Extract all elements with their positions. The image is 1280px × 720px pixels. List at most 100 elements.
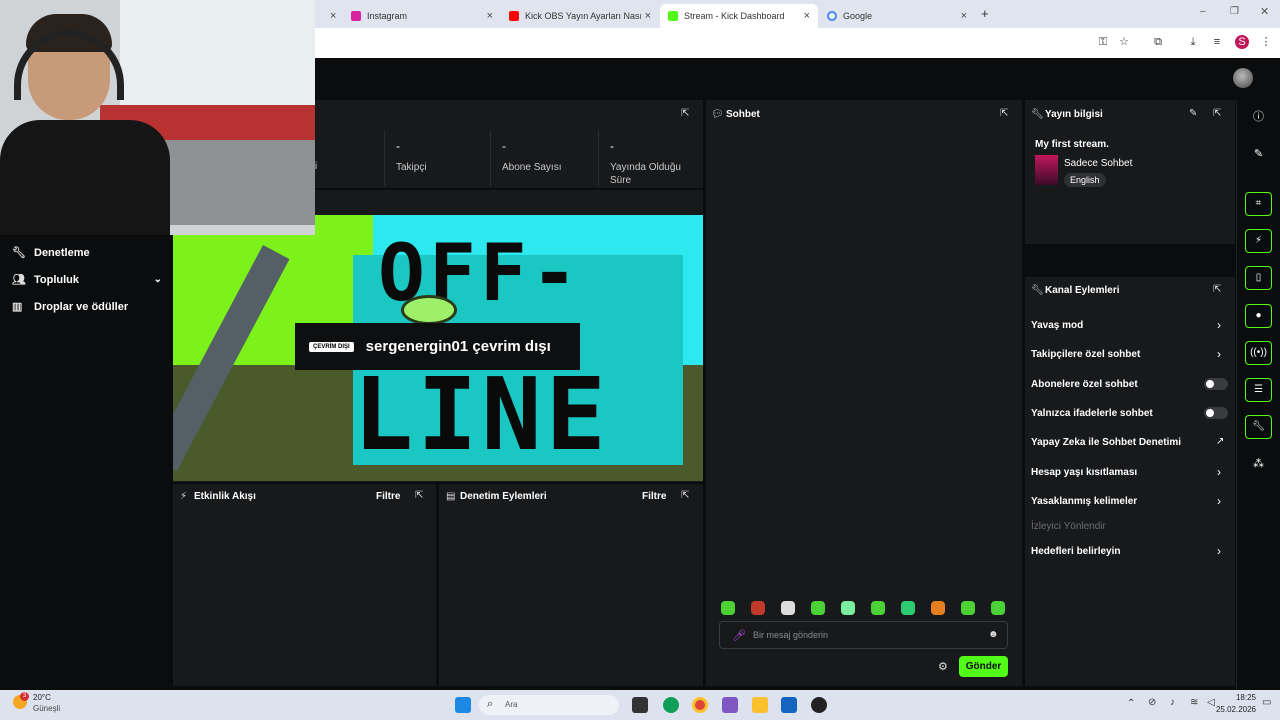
microphone-icon[interactable]: ♪ xyxy=(1170,697,1175,708)
tray-chevron-icon[interactable]: ⌃ xyxy=(1127,698,1135,709)
rail-chat-button[interactable]: ● xyxy=(1245,304,1272,328)
subs-value: - xyxy=(502,139,506,153)
chevron-right-icon[interactable]: › xyxy=(1217,318,1221,332)
emote-2[interactable] xyxy=(751,601,765,615)
close-icon[interactable]: × xyxy=(487,10,493,22)
chevron-right-icon[interactable]: › xyxy=(1217,494,1221,508)
google-icon xyxy=(827,11,837,21)
expand-icon[interactable]: ⇱ xyxy=(1213,284,1221,295)
emote-1[interactable] xyxy=(721,601,735,615)
minimize-icon[interactable]: – xyxy=(1200,6,1206,17)
expand-icon[interactable]: ⇱ xyxy=(681,490,689,501)
window-close-icon[interactable]: ✕ xyxy=(1260,5,1269,18)
emote-4[interactable] xyxy=(811,601,825,615)
action-account-age[interactable]: Hesap yaşı kısıtlaması xyxy=(1031,467,1137,478)
emote-9[interactable] xyxy=(961,601,975,615)
chrome-icon[interactable] xyxy=(692,697,708,713)
tab-google[interactable]: Google × xyxy=(819,4,975,28)
action-slow-mode[interactable]: Yavaş mod xyxy=(1031,320,1083,331)
bookmark-star-icon[interactable]: ☆ xyxy=(1117,35,1131,49)
password-key-icon[interactable]: ⚿ xyxy=(1096,35,1110,49)
subscribers-only-toggle[interactable] xyxy=(1204,378,1228,390)
store-icon[interactable] xyxy=(781,697,797,713)
sidebar-item-denetleme[interactable]: 🔧︎ Denetleme xyxy=(12,246,90,260)
emoji-icon[interactable]: ☻ xyxy=(988,629,999,640)
moderation-filter-button[interactable]: Filtre xyxy=(642,491,666,502)
channel-actions-title: Kanal Eylemleri xyxy=(1045,285,1120,296)
rail-wrench-button[interactable]: 🔧︎ xyxy=(1245,415,1272,439)
send-button[interactable]: Gönder xyxy=(959,656,1008,677)
tab-close-button[interactable]: × xyxy=(322,4,342,28)
rail-list-button[interactable]: ☰ xyxy=(1245,378,1272,402)
edit-pencil-icon[interactable]: ✎ xyxy=(1189,108,1197,119)
new-tab-button[interactable]: + xyxy=(981,6,989,21)
tab-kick-dashboard[interactable]: Stream - Kick Dashboard × xyxy=(660,4,818,28)
sidebar-item-topluluk[interactable]: 👥︎ Topluluk ⌄ xyxy=(12,273,162,287)
menu-dots-icon[interactable]: ⋮ xyxy=(1259,35,1273,49)
media-icon[interactable]: ≡ xyxy=(1210,35,1224,49)
stream-category: Sadece Sohbet xyxy=(1064,158,1133,169)
obs-icon[interactable] xyxy=(811,697,827,713)
edge-icon[interactable] xyxy=(663,697,679,713)
rail-scan-button[interactable]: ⌗ xyxy=(1245,192,1272,216)
close-icon[interactable]: × xyxy=(645,10,651,22)
rail-document-button[interactable]: ▯ xyxy=(1245,266,1272,290)
maximize-icon[interactable]: ❐ xyxy=(1230,6,1239,17)
stream-info-title: Yayın bilgisi xyxy=(1045,109,1103,120)
close-icon[interactable]: × xyxy=(804,10,810,22)
wifi-icon[interactable]: ≋ xyxy=(1190,697,1198,708)
emote-8[interactable] xyxy=(931,601,945,615)
user-avatar[interactable] xyxy=(1233,68,1253,88)
notification-bell-icon[interactable]: ▭ xyxy=(1262,697,1271,708)
chat-message-input[interactable]: 🎤︎ Bir mesaj gönderin ☻ xyxy=(719,621,1008,649)
chevron-right-icon[interactable]: › xyxy=(1217,465,1221,479)
emote-10[interactable] xyxy=(991,601,1005,615)
info-icon[interactable]: ⓘ xyxy=(1250,109,1267,126)
file-explorer-icon[interactable] xyxy=(752,697,768,713)
close-icon[interactable]: × xyxy=(961,10,967,22)
start-icon[interactable] xyxy=(455,697,471,713)
emote-6[interactable] xyxy=(871,601,885,615)
download-icon[interactable]: ⤓ xyxy=(1186,35,1200,49)
rail-broadcast-button[interactable]: ((•)) xyxy=(1245,341,1272,365)
expand-icon[interactable]: ⇱ xyxy=(1213,108,1221,119)
expand-icon[interactable]: ⇱ xyxy=(681,108,689,119)
emote-3[interactable] xyxy=(781,601,795,615)
network-icon[interactable]: ⊘ xyxy=(1148,697,1156,708)
emote-7[interactable] xyxy=(901,601,915,615)
task-view-icon[interactable] xyxy=(632,697,648,713)
chevron-down-icon: ⌄ xyxy=(153,274,162,285)
settings-gear-icon[interactable]: ⚙ xyxy=(938,660,948,673)
tab-youtube[interactable]: Kick OBS Yayın Ayarları Nasıl Ya × xyxy=(501,4,659,28)
profile-avatar[interactable]: S xyxy=(1235,35,1249,49)
rail-bolt-button[interactable]: ⚡︎ xyxy=(1245,229,1272,253)
emote-5[interactable] xyxy=(841,601,855,615)
subs-label: Abone Sayısı xyxy=(502,162,562,173)
action-followers-only[interactable]: Takipçilere özel sohbet xyxy=(1031,349,1140,360)
copilot-icon[interactable] xyxy=(722,697,738,713)
chevron-right-icon[interactable]: › xyxy=(1217,544,1221,558)
microphone-icon[interactable]: 🎤︎ xyxy=(732,629,746,642)
clock-time[interactable]: 18:25 xyxy=(1222,693,1256,702)
kick-header xyxy=(315,58,1280,100)
tab-instagram[interactable]: Instagram × xyxy=(343,4,501,28)
chevron-right-icon[interactable]: › xyxy=(1217,347,1221,361)
clock-date[interactable]: 25.02.2026 xyxy=(1212,705,1256,714)
expand-icon[interactable]: ⇱ xyxy=(415,490,423,501)
emote-only-toggle[interactable] xyxy=(1204,407,1228,419)
action-ai-moderation[interactable]: Yapay Zeka ile Sohbet Denetimi xyxy=(1031,437,1181,448)
expand-icon[interactable]: ⇱ xyxy=(1000,108,1008,119)
activity-filter-button[interactable]: Filtre xyxy=(376,491,400,502)
nodes-icon[interactable]: ⁂ xyxy=(1250,456,1267,473)
extensions-icon[interactable]: ⧉ xyxy=(1151,35,1165,49)
taskbar-search[interactable]: ⌕ Ara xyxy=(479,695,619,715)
sidebar-item-droplar[interactable]: ▥ Droplar ve ödüller xyxy=(12,300,128,314)
offline-word-bottom: LINE xyxy=(353,356,610,473)
action-banned-words[interactable]: Yasaklanmış kelimeler xyxy=(1031,496,1137,507)
action-set-goals[interactable]: Hedefleri belirleyin xyxy=(1031,546,1120,557)
edit-pencil-icon[interactable]: ✎ xyxy=(1250,146,1267,163)
youtube-icon xyxy=(509,11,519,21)
external-link-icon[interactable]: ↗ xyxy=(1216,436,1224,447)
window-light xyxy=(120,0,315,120)
divider xyxy=(384,130,385,186)
